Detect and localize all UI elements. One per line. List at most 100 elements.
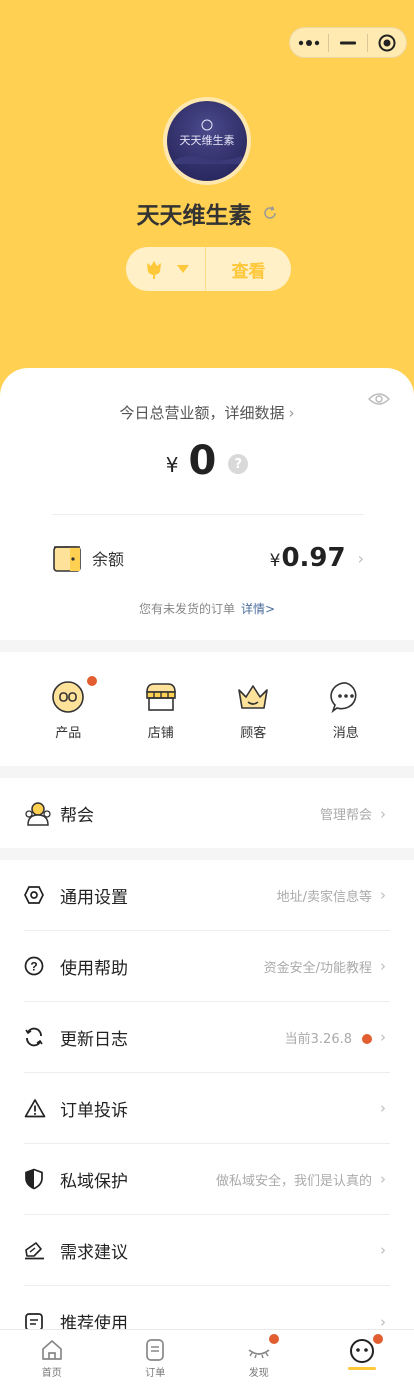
grid-item-store[interactable]: 店铺 — [126, 652, 196, 766]
grid-item-customer[interactable]: 顾客 — [218, 652, 288, 766]
menu-label: 通用设置 — [60, 887, 128, 908]
shop-actions: 查看 — [126, 247, 291, 291]
customer-icon — [238, 685, 269, 709]
grid-item-label: 消息 — [332, 726, 359, 741]
profile-badge — [372, 1334, 383, 1344]
level-dropdown[interactable] — [126, 247, 206, 291]
chevron-right-icon: › — [380, 1170, 386, 1188]
avatar[interactable]: 天天维生素 — [163, 97, 251, 185]
balance-row[interactable]: 余额 ¥0.97 › — [52, 540, 364, 576]
svg-text:?: ? — [30, 960, 37, 974]
chevron-right-icon: › — [380, 804, 386, 823]
tulip-icon — [146, 261, 161, 279]
discover-badge — [269, 1334, 279, 1344]
view-shop-button[interactable]: 查看 — [206, 257, 291, 282]
grid-item-label: 顾客 — [240, 726, 267, 741]
chevron-down-icon — [176, 265, 189, 273]
help-icon[interactable]: ? — [228, 454, 249, 474]
menu-item-general-settings[interactable]: 通用设置 地址/卖家信息等 › — [24, 860, 390, 931]
settings-menu: 通用设置 地址/卖家信息等 › ? 使用帮助 资金安全/功能教程 › 更新日志 … — [0, 860, 414, 1334]
active-tab-indicator — [348, 1367, 377, 1370]
close-target-icon — [378, 34, 396, 51]
balance-label: 余额 — [92, 550, 125, 569]
chevron-right-icon: › — [380, 1312, 386, 1331]
revenue-currency: ¥ — [165, 453, 179, 477]
tab-home[interactable]: 首页 — [0, 1330, 104, 1385]
group-section: 帮会 管理帮会 › — [0, 778, 414, 848]
menu-label: 私域保护 — [60, 1171, 128, 1192]
revenue-detail-link[interactable]: 今日总营业额，详细数据 › — [0, 402, 414, 423]
balance-currency: ¥ — [269, 551, 281, 571]
menu-extra: 资金安全/功能教程 — [263, 960, 372, 976]
message-icon — [330, 682, 357, 714]
chevron-right-icon: › — [380, 957, 386, 975]
feedback-icon — [25, 1242, 44, 1260]
bottom-tab-bar: 首页 订单 发现 — [0, 1329, 414, 1385]
version-text: 当前3.26.8 — [284, 1031, 352, 1047]
close-button[interactable] — [368, 28, 406, 57]
logo-mark-icon — [201, 119, 213, 131]
tab-label: 订单 — [145, 1368, 166, 1379]
chevron-right-icon: › — [288, 404, 295, 422]
chevron-right-icon: › — [380, 1028, 386, 1046]
header: 天天维生素 天天维生素 查看 — [0, 0, 414, 420]
menu-item-order-complaint[interactable]: 订单投诉 › — [24, 1073, 390, 1144]
store-icon — [145, 683, 176, 711]
menu-label: 帮会 — [60, 806, 94, 826]
menu-item-private-protection[interactable]: 私域保护 做私域安全，我们是认真的 › — [24, 1144, 390, 1215]
shield-icon — [25, 1168, 43, 1190]
menu-item-feedback[interactable]: 需求建议 › — [24, 1215, 390, 1286]
discover-icon — [248, 1349, 270, 1359]
avatar-logo-text: 天天维生素 — [179, 134, 235, 147]
home-icon — [41, 1340, 62, 1360]
unshipped-orders-note: 您有未发货的订单 详情> — [0, 600, 414, 617]
menu-extra: 做私域安全，我们是认真的 — [215, 1173, 372, 1189]
grid-item-message[interactable]: 消息 — [311, 652, 381, 766]
unshipped-orders-text: 您有未发货的订单 — [138, 602, 235, 616]
unshipped-orders-link[interactable]: 详情> — [241, 602, 275, 616]
chevron-right-icon: › — [357, 548, 364, 568]
menu-extra: 当前3.26.8 — [285, 1028, 372, 1047]
minimize-icon — [340, 41, 356, 44]
tab-discover[interactable]: 发现 — [207, 1330, 311, 1385]
product-icon — [52, 681, 85, 713]
revenue-label: 今日总营业额，详细数据 — [119, 404, 285, 422]
minimize-button[interactable] — [329, 28, 367, 57]
menu-extra: 管理帮会 — [319, 808, 372, 823]
mini-program-capsule — [289, 27, 407, 58]
refresh-icon[interactable] — [262, 205, 278, 221]
group-icon — [25, 801, 51, 826]
grid-item-label: 店铺 — [147, 726, 174, 741]
balance-amount: ¥0.97 — [270, 543, 346, 573]
product-badge — [87, 676, 98, 686]
menu-item-changelog[interactable]: 更新日志 当前3.26.8 › — [24, 1002, 390, 1073]
orders-icon — [146, 1339, 165, 1361]
warning-icon — [24, 1099, 46, 1118]
revenue-value: 0 — [188, 438, 217, 484]
shop-name: 天天维生素 — [136, 203, 252, 229]
more-menu-button[interactable] — [290, 28, 328, 57]
menu-label: 需求建议 — [60, 1242, 128, 1263]
quick-entry-grid: 产品 店铺 顾客 消息 — [0, 652, 414, 766]
revenue-card: 今日总营业额，详细数据 › ¥ 0 ? 余额 ¥0.97 › 您有未发货的订单 详情… — [0, 368, 414, 640]
settings-icon — [24, 886, 44, 904]
tab-label: 首页 — [41, 1368, 62, 1379]
menu-item-group[interactable]: 帮会 管理帮会 › — [24, 778, 390, 849]
chevron-right-icon: › — [380, 1099, 386, 1117]
help-icon: ? — [24, 956, 44, 976]
chevron-right-icon: › — [380, 886, 386, 904]
wallet-icon — [53, 546, 81, 572]
update-icon — [25, 1027, 43, 1047]
chevron-right-icon: › — [380, 1241, 386, 1259]
grid-item-label: 产品 — [55, 726, 82, 741]
tab-label: 发现 — [248, 1368, 269, 1379]
menu-label: 订单投诉 — [60, 1100, 128, 1121]
tab-profile[interactable] — [311, 1330, 414, 1385]
menu-label: 更新日志 — [60, 1029, 128, 1050]
grid-item-product[interactable]: 产品 — [33, 652, 103, 766]
update-badge — [362, 1034, 372, 1044]
mountain-graphic — [172, 155, 242, 164]
menu-item-help[interactable]: ? 使用帮助 资金安全/功能教程 › — [24, 931, 390, 1002]
more-dots-icon — [298, 39, 320, 46]
tab-orders[interactable]: 订单 — [104, 1330, 208, 1385]
